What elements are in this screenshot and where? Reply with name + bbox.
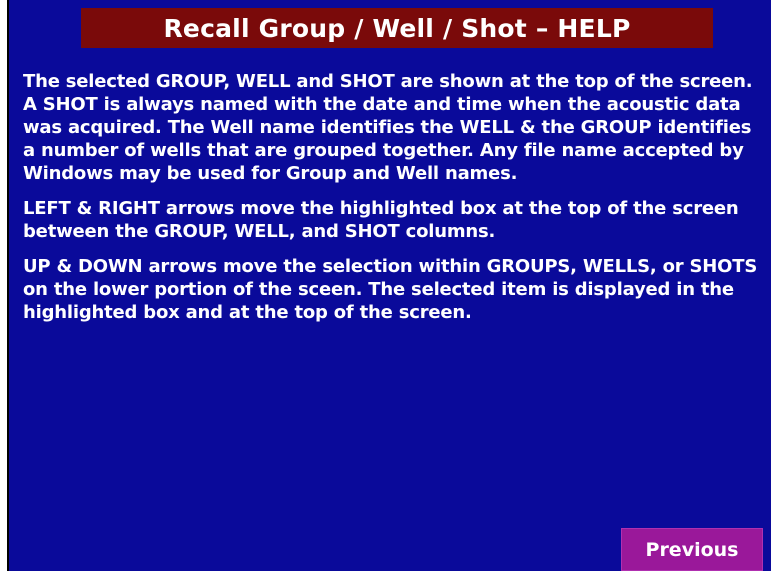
help-text-area: The selected GROUP, WELL and SHOT are sh…: [23, 70, 767, 336]
help-paragraph-selection: The selected GROUP, WELL and SHOT are sh…: [23, 71, 753, 184]
help-paragraph-up-down: UP & DOWN arrows move the selection with…: [23, 256, 758, 323]
title-bar: Recall Group / Well / Shot – HELP: [81, 8, 713, 48]
help-paragraph-left-right: LEFT & RIGHT arrows move the highlighted…: [23, 198, 739, 242]
help-screen: Recall Group / Well / Shot – HELP The se…: [7, 0, 771, 571]
previous-button[interactable]: Previous: [621, 528, 763, 571]
page-title: Recall Group / Well / Shot – HELP: [163, 13, 631, 43]
